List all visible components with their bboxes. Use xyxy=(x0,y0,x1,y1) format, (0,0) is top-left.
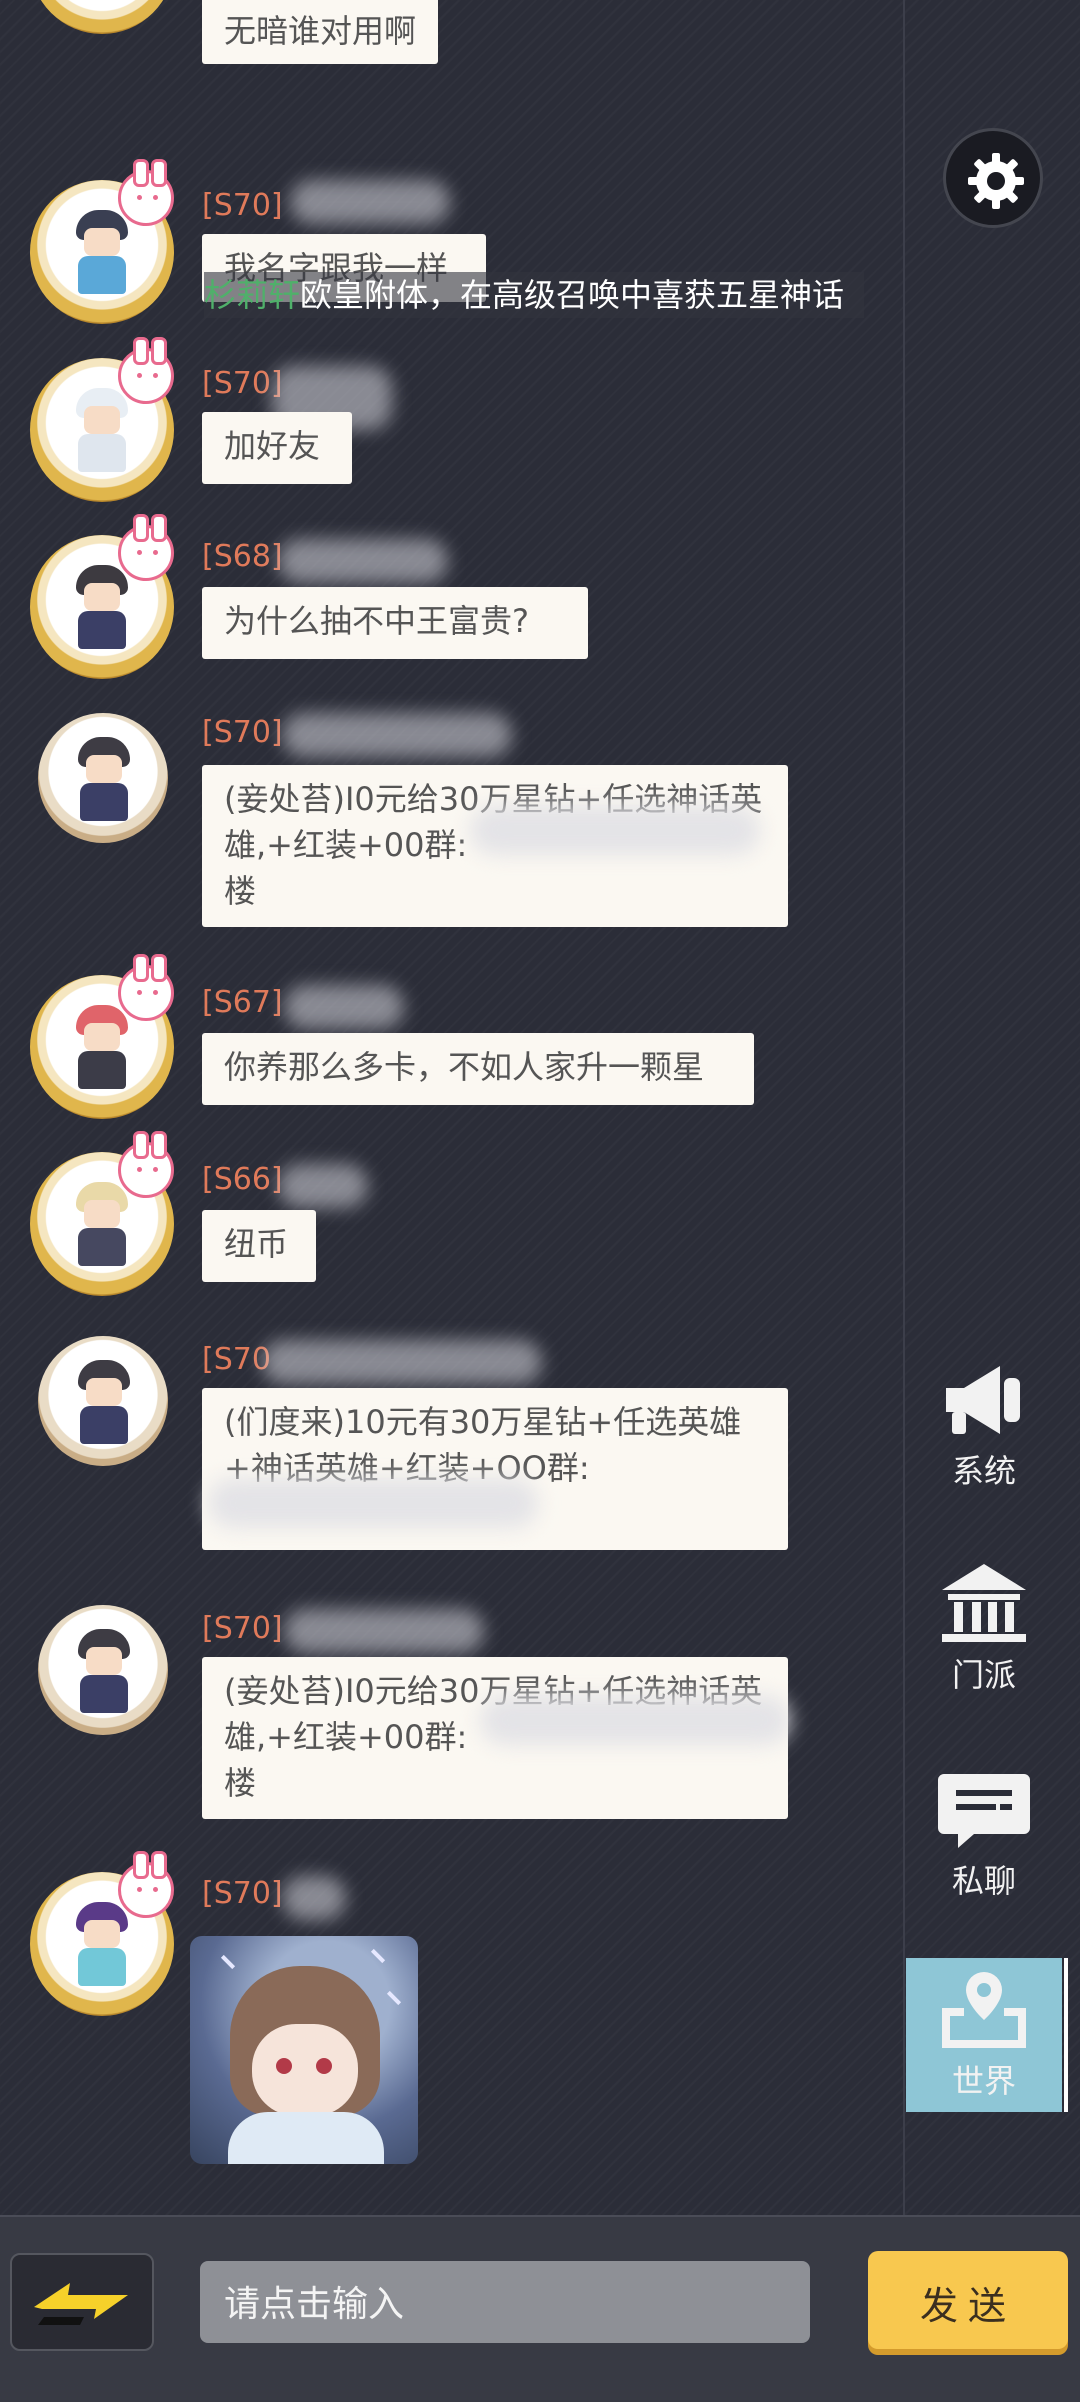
sender-server-tag: [S70] xyxy=(202,188,283,223)
avatar[interactable] xyxy=(38,713,168,843)
avatar[interactable] xyxy=(38,1336,168,1466)
tab-private-chat[interactable]: 私聊 xyxy=(906,1758,1062,1918)
message-text: 你养那么多卡，不如人家升一颗星 xyxy=(224,1048,705,1086)
tab-world-label: 世界 xyxy=(951,2062,1016,2100)
ticker-text: 欧皇附体，在高级召唤中喜获五星神话 xyxy=(300,276,845,314)
temple-icon xyxy=(942,1564,1026,1642)
input-bar: 请点击输入 发送 xyxy=(0,2215,1080,2402)
message-bubble[interactable]: 加好友 xyxy=(202,412,352,484)
lightning-swap-icon xyxy=(34,2283,128,2325)
avatar[interactable] xyxy=(30,0,174,34)
tab-sect[interactable]: 门派 xyxy=(906,1552,1062,1712)
rabbit-badge-icon xyxy=(118,514,174,581)
tab-private-chat-label: 私聊 xyxy=(951,1862,1016,1900)
message-text: 为什么抽不中王富贵? xyxy=(224,602,529,640)
megaphone-icon xyxy=(946,1366,1020,1434)
message-bubble[interactable]: 为什么抽不中王富贵? xyxy=(202,587,588,659)
redacted-text xyxy=(480,1695,790,1745)
rabbit-badge-icon xyxy=(118,954,174,1021)
rabbit-badge-icon xyxy=(118,1131,174,1198)
redacted-text xyxy=(470,805,760,855)
redacted-name xyxy=(282,1876,346,1920)
sender-server-tag: [S70] xyxy=(202,1876,283,1911)
message-input[interactable]: 请点击输入 xyxy=(200,2261,994,2343)
redacted-name xyxy=(290,180,450,224)
rabbit-badge-icon xyxy=(118,1851,174,1918)
sender-server-tag: [S67] xyxy=(202,985,283,1020)
rabbit-badge-icon xyxy=(118,337,174,404)
tab-world[interactable]: 世界 xyxy=(906,1958,1062,2112)
sticker-image[interactable] xyxy=(190,1936,418,2164)
tab-system-label: 系统 xyxy=(951,1452,1016,1490)
tab-sect-label: 门派 xyxy=(951,1656,1016,1694)
send-label: 发送 xyxy=(919,2284,1016,2328)
send-button[interactable]: 发送 xyxy=(868,2251,1068,2349)
sender-server-tag: [S70] xyxy=(202,715,283,750)
message-bubble[interactable]: 无暗谁对用啊 xyxy=(202,0,439,64)
channel-switch-button[interactable] xyxy=(10,2253,154,2351)
sender-server-tag: [S70 xyxy=(202,1342,271,1377)
message-text: 纽币 xyxy=(224,1225,289,1263)
message-bubble[interactable]: 你养那么多卡，不如人家升一颗星 xyxy=(202,1033,754,1105)
ticker-player-name: 杉莉轩 xyxy=(204,276,301,314)
redacted-name xyxy=(282,713,512,757)
settings-button[interactable] xyxy=(943,128,1043,228)
rabbit-badge-icon xyxy=(118,159,174,226)
sender-server-tag: [S70] xyxy=(202,366,283,401)
avatar[interactable] xyxy=(38,1605,168,1735)
sender-server-tag: [S66] xyxy=(202,1162,283,1197)
tab-system[interactable]: 系统 xyxy=(906,1348,1062,1508)
sender-server-tag: [S70] xyxy=(202,1611,283,1646)
chat-bubble-icon xyxy=(938,1774,1030,1848)
message-text: 加好友 xyxy=(224,427,321,465)
system-ticker: 杉莉轩欧皇附体，在高级召唤中喜获五星神话 xyxy=(204,272,864,318)
sender-server-tag: [S68] xyxy=(202,539,283,574)
redacted-name xyxy=(278,539,448,583)
redacted-name xyxy=(284,985,404,1029)
redacted-text xyxy=(208,1478,538,1528)
chat-list[interactable]: 无暗谁对用啊 [S70] 我名字跟我一样 [S70] 加好友 [S68] 为什么… xyxy=(0,0,903,2215)
message-text: 无暗谁对用啊 xyxy=(224,12,417,50)
redacted-name xyxy=(278,1164,368,1208)
world-pin-icon xyxy=(942,1972,1026,2048)
gear-icon xyxy=(968,153,1024,209)
sidebar-divider xyxy=(903,0,905,2215)
redacted-name xyxy=(284,1609,484,1653)
redacted-name xyxy=(262,1340,542,1384)
active-tab-indicator xyxy=(1064,1958,1068,2112)
message-bubble[interactable]: 纽币 xyxy=(202,1210,316,1282)
input-placeholder: 请点击输入 xyxy=(224,2284,405,2325)
